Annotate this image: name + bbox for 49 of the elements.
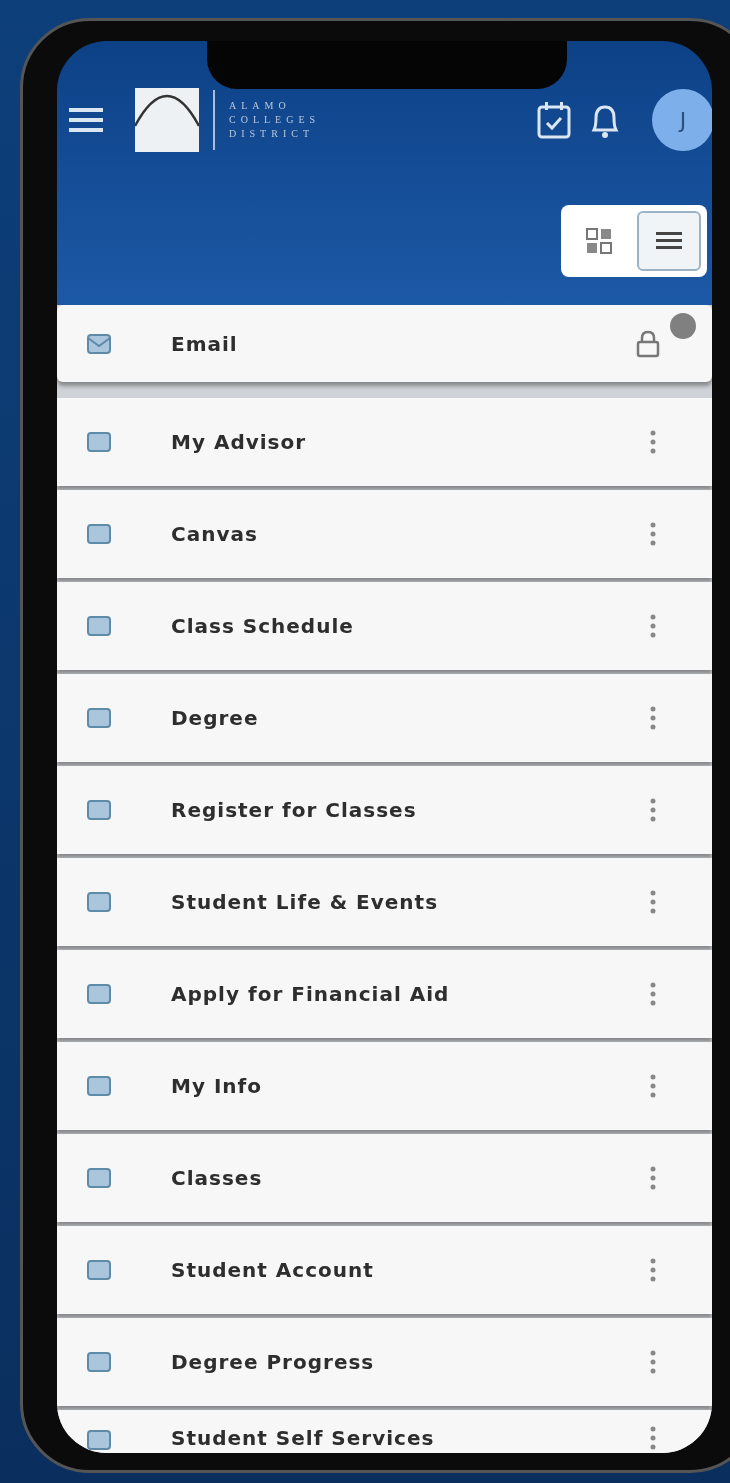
tile-row[interactable]: Apply for Financial Aid: [57, 950, 712, 1038]
logo-text: DISTRICT: [229, 127, 315, 141]
tile-row[interactable]: My Advisor: [57, 398, 712, 486]
tile-label: My Advisor: [171, 430, 308, 454]
tile-label: Classes: [171, 1166, 264, 1190]
tile-label: My Info: [171, 1074, 264, 1098]
tile-label: Student Account: [171, 1258, 375, 1282]
list-view-button[interactable]: [637, 211, 701, 271]
tile-row[interactable]: Email: [57, 305, 712, 382]
menu-icon[interactable]: [69, 106, 103, 134]
more-options-icon[interactable]: [650, 1258, 656, 1282]
more-options-icon[interactable]: [650, 430, 656, 454]
tile-label: Register for Classes: [171, 798, 418, 822]
tile-row[interactable]: Degree: [57, 674, 712, 762]
tile-label: Student Life & Events: [171, 890, 440, 914]
tile-label: Email: [171, 331, 239, 356]
more-options-icon[interactable]: [650, 1426, 656, 1450]
tile-label: Degree Progress: [171, 1350, 376, 1374]
more-options-icon[interactable]: [650, 522, 656, 546]
tile-label: Degree: [171, 706, 260, 730]
more-options-icon[interactable]: [650, 1350, 656, 1374]
tile-label: Class Schedule: [171, 614, 355, 638]
tile-row[interactable]: Register for Classes: [57, 766, 712, 854]
more-options-icon[interactable]: [650, 1074, 656, 1098]
logo-icon: [135, 88, 199, 152]
more-options-icon[interactable]: [650, 982, 656, 1006]
more-options-icon[interactable]: [650, 890, 656, 914]
tile-row[interactable]: Canvas: [57, 490, 712, 578]
tile-label: Apply for Financial Aid: [171, 982, 451, 1006]
tile-row[interactable]: Student Life & Events: [57, 858, 712, 946]
calendar-check-icon[interactable]: [536, 100, 572, 140]
tile-row[interactable]: My Info: [57, 1042, 712, 1130]
tile-row[interactable]: Class Schedule: [57, 582, 712, 670]
logo-text: ALAMO: [229, 99, 292, 113]
more-options-icon[interactable]: [650, 1166, 656, 1190]
grid-icon: [586, 228, 612, 254]
tile-label: Canvas: [171, 522, 259, 546]
tile-row[interactable]: Degree Progress: [57, 1318, 712, 1406]
tile-label: Student Self Services: [171, 1426, 436, 1450]
avatar[interactable]: J: [652, 89, 712, 151]
tile-row[interactable]: Student Account: [57, 1226, 712, 1314]
tile-row[interactable]: Student Self Services: [57, 1410, 712, 1453]
tile-row[interactable]: Classes: [57, 1134, 712, 1222]
lock-icon: [636, 329, 662, 358]
more-options-icon[interactable]: [650, 706, 656, 730]
status-dot: [670, 313, 696, 339]
logo-text: COLLEGES: [229, 113, 321, 127]
more-options-icon[interactable]: [650, 614, 656, 638]
more-options-icon[interactable]: [650, 798, 656, 822]
